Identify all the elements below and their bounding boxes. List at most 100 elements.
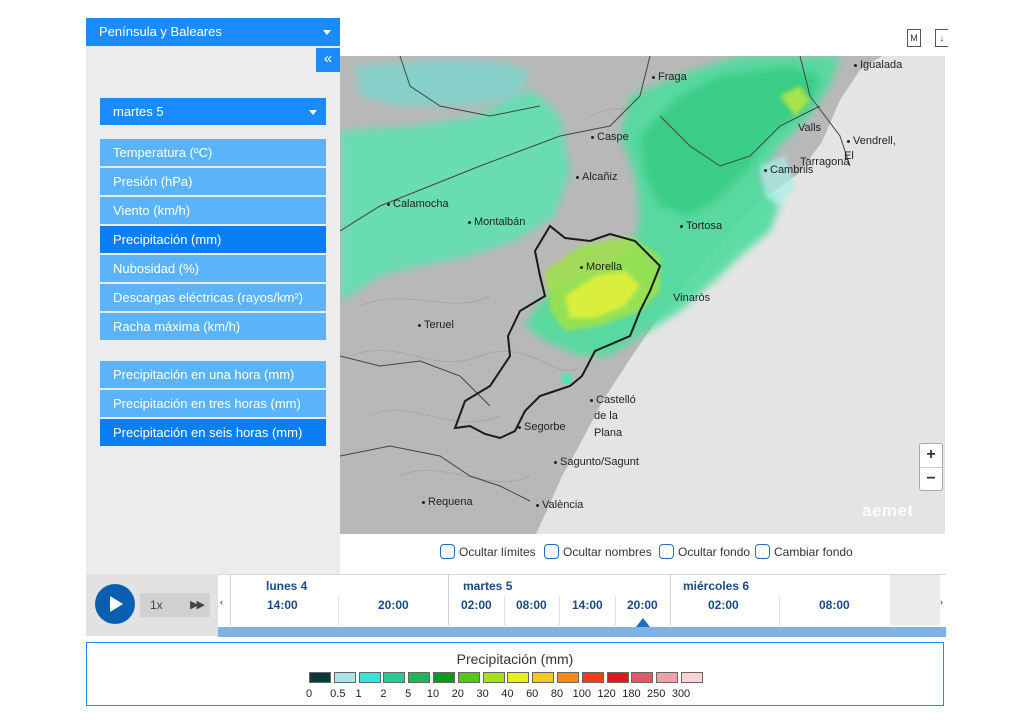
day-label-lunes: lunes 4 xyxy=(266,579,308,593)
legend-title: Precipitación (mm) xyxy=(456,651,574,667)
variable-item-nubosidad[interactable]: Nubosidad (%) xyxy=(100,255,326,282)
variable-item-viento[interactable]: Viento (km/h) xyxy=(100,197,326,224)
city-dot xyxy=(554,460,557,464)
collapse-sidebar-button[interactable]: « xyxy=(316,48,340,72)
map-view[interactable]: Fraga Igualada Caspe Valls Vendrell, El … xyxy=(340,56,945,534)
zoom-out-button[interactable]: − xyxy=(920,467,942,491)
checkbox-icon[interactable] xyxy=(659,544,674,559)
timeline-marker-icon[interactable] xyxy=(636,618,650,627)
day-select[interactable]: martes 5 xyxy=(100,98,326,125)
fast-forward-icon[interactable]: ▶▶ xyxy=(190,593,205,617)
city-dot xyxy=(680,224,683,228)
option-cambiar-fondo[interactable]: Cambiar fondo xyxy=(755,543,853,561)
legend-swatch xyxy=(581,672,604,683)
checkbox-icon[interactable] xyxy=(440,544,455,559)
legend-swatch xyxy=(681,672,703,683)
city-dot xyxy=(847,139,850,143)
legend-value: 100 xyxy=(572,688,591,700)
m-icon[interactable]: M xyxy=(907,29,921,47)
city-castello-de-la: de la xyxy=(594,410,618,422)
city-calamocha: Calamocha xyxy=(387,198,449,211)
download-icon[interactable]: ↓ xyxy=(935,29,948,47)
variable-item-precip-1h[interactable]: Precipitación en una hora (mm) xyxy=(100,361,326,388)
aemet-logo: aemet xyxy=(862,501,914,520)
hour-slot[interactable]: 08:00 xyxy=(516,598,547,612)
speed-control[interactable]: 1x ▶▶ xyxy=(140,593,210,617)
hour-slot[interactable]: 20:00 xyxy=(378,598,409,612)
legend-swatch xyxy=(433,672,455,683)
city-vinaros: Vinaròs xyxy=(673,292,711,304)
legend-value: 0 xyxy=(305,688,313,700)
city-requena: Requena xyxy=(422,496,473,509)
city-tortosa: Tortosa xyxy=(680,220,722,233)
zoom-control: + − xyxy=(919,443,943,491)
legend-swatch xyxy=(507,672,530,683)
city-dot xyxy=(418,323,421,327)
caret-down-icon xyxy=(323,30,331,35)
timeline: ‹ › lunes 4 martes 5 miércoles 6 14:00 2… xyxy=(218,574,946,637)
option-ocultar-nombres[interactable]: Ocultar nombres xyxy=(544,543,652,561)
region-select[interactable]: Península y Baleares xyxy=(86,18,340,46)
player-controls: 1x ▶▶ xyxy=(86,574,218,636)
hour-slot[interactable]: 02:00 xyxy=(708,598,739,612)
city-castello: Castelló xyxy=(590,394,636,407)
legend-swatch xyxy=(606,672,629,683)
day-label-martes: martes 5 xyxy=(463,579,513,593)
city-sagunto: Sagunto/Sagunt xyxy=(554,456,639,469)
variable-list: Temperatura (ºC) Presión (hPa) Viento (k… xyxy=(100,139,326,342)
hour-separator xyxy=(338,596,339,626)
city-montalban: Montalbán xyxy=(468,216,525,229)
city-valencia: València xyxy=(536,499,583,512)
legend-value: 120 xyxy=(597,688,616,700)
map-canvas xyxy=(340,56,945,534)
day-separator xyxy=(230,575,231,625)
hour-separator xyxy=(559,596,560,626)
city-dot xyxy=(536,503,539,507)
variable-item-precip-3h[interactable]: Precipitación en tres horas (mm) xyxy=(100,390,326,417)
hour-slot[interactable]: 14:00 xyxy=(572,598,603,612)
timeline-next-icon[interactable]: › xyxy=(940,597,943,607)
city-alcaniz: Alcañiz xyxy=(576,171,617,184)
variable-item-precip-6h[interactable]: Precipitación en seis horas (mm) xyxy=(100,419,326,446)
city-dot xyxy=(576,175,579,179)
hour-slot[interactable]: 08:00 xyxy=(819,598,850,612)
legend-swatch xyxy=(631,672,654,683)
region-select-label: Península y Baleares xyxy=(99,24,222,39)
legend-value: 30 xyxy=(476,688,489,700)
day-separator xyxy=(670,575,671,625)
sidebar: Península y Baleares « martes 5 Temperat… xyxy=(86,18,340,574)
city-igualada: Igualada xyxy=(854,59,902,72)
option-ocultar-limites[interactable]: Ocultar límites xyxy=(440,543,536,561)
legend-value: 180 xyxy=(622,688,641,700)
play-button[interactable] xyxy=(95,584,135,624)
hour-separator xyxy=(504,596,505,626)
variable-item-temperatura[interactable]: Temperatura (ºC) xyxy=(100,139,326,166)
timeline-prev-icon[interactable]: ‹ xyxy=(220,597,223,607)
hour-slot[interactable]: 14:00 xyxy=(267,598,298,612)
legend-swatch xyxy=(309,672,331,683)
hour-slot[interactable]: 02:00 xyxy=(461,598,492,612)
city-dot xyxy=(387,202,390,206)
zoom-in-button[interactable]: + xyxy=(920,444,942,467)
legend-value: 300 xyxy=(671,688,691,700)
city-valls: Valls xyxy=(798,122,822,134)
legend-swatch xyxy=(482,672,505,683)
legend-value: 60 xyxy=(526,688,539,700)
legend-swatch xyxy=(383,672,406,683)
variable-item-racha[interactable]: Racha máxima (km/h) xyxy=(100,313,326,340)
city-vendrell: Vendrell, xyxy=(847,135,896,148)
variable-item-precipitacion[interactable]: Precipitación (mm) xyxy=(100,226,326,253)
city-dot xyxy=(590,398,593,402)
checkbox-icon[interactable] xyxy=(544,544,559,559)
caret-down-icon xyxy=(309,110,317,115)
checkbox-icon[interactable] xyxy=(755,544,770,559)
timeline-track[interactable] xyxy=(218,627,946,637)
hour-slot-selected[interactable]: 20:00 xyxy=(627,598,658,612)
variable-item-presion[interactable]: Presión (hPa) xyxy=(100,168,326,195)
legend-swatch xyxy=(656,672,679,683)
city-dot xyxy=(422,500,425,504)
day-select-label: martes 5 xyxy=(113,104,164,119)
variable-item-descargas[interactable]: Descargas eléctricas (rayos/km²) xyxy=(100,284,326,311)
hour-variable-list: Precipitación en una hora (mm) Precipita… xyxy=(100,361,326,448)
option-ocultar-fondo[interactable]: Ocultar fondo xyxy=(659,543,750,561)
